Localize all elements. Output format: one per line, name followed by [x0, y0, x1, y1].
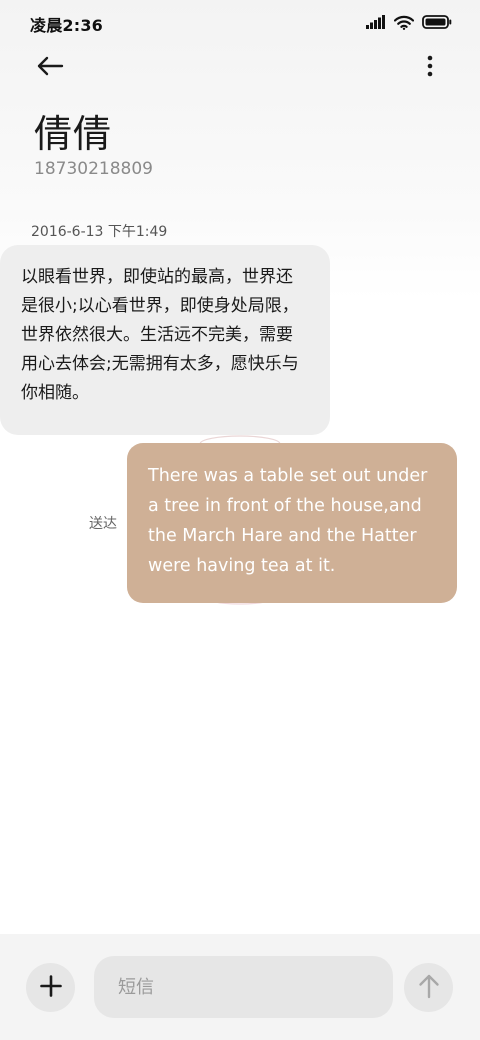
- contact-name: 倩倩: [34, 112, 113, 156]
- incoming-message-text: 以眼看世界，即使站的最高，世界还是很小;以心看世界，即使身处局限，世界依然很大。…: [21, 267, 299, 403]
- arrow-up-icon: [418, 973, 440, 1003]
- status-icons: [366, 13, 452, 31]
- battery-icon: [422, 15, 452, 29]
- outgoing-message-text: There was a table set out under a tree i…: [148, 466, 428, 576]
- contact-number: 18730218809: [34, 159, 153, 179]
- delivery-status: 送达: [89, 516, 117, 532]
- message-thread-screen: 凌晨2:36 倩倩 18730218809 2016-6-13 下午1:49 以…: [0, 0, 480, 1040]
- back-button[interactable]: [30, 52, 70, 84]
- more-vertical-icon: [427, 55, 433, 81]
- add-attachment-button[interactable]: [26, 963, 75, 1012]
- message-input[interactable]: [94, 956, 393, 1018]
- plus-icon: [39, 974, 62, 1001]
- wifi-icon: [394, 15, 414, 30]
- arrow-left-icon: [36, 55, 64, 81]
- signal-icon: [366, 15, 386, 29]
- message-timestamp: 2016-6-13 下午1:49: [31, 224, 168, 240]
- status-time: 凌晨2:36: [30, 16, 103, 35]
- message-composer: [0, 934, 480, 1040]
- more-options-button[interactable]: [414, 52, 446, 84]
- outgoing-message-bubble[interactable]: There was a table set out under a tree i…: [127, 443, 457, 603]
- send-button[interactable]: [404, 963, 453, 1012]
- status-bar: 凌晨2:36: [0, 0, 480, 44]
- incoming-message-bubble[interactable]: 以眼看世界，即使站的最高，世界还是很小;以心看世界，即使身处局限，世界依然很大。…: [0, 245, 330, 435]
